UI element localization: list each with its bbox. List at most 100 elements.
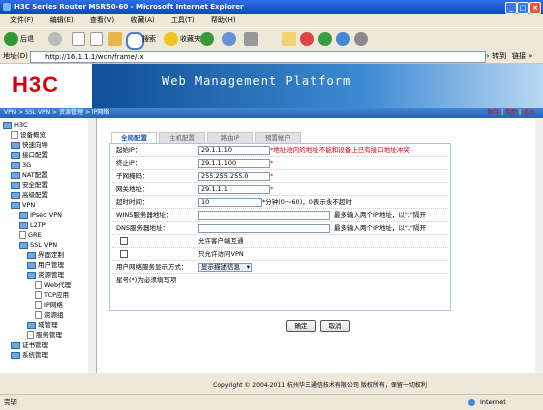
end-ip-row: 终止IP： 29.1.1.100 * (112, 157, 448, 170)
folder-icon (11, 351, 20, 359)
sidebar-item[interactable]: 证书管理 (11, 340, 48, 350)
menu-tools[interactable]: 工具(T) (171, 16, 195, 24)
go-button[interactable]: ➔ 转到 (484, 50, 506, 63)
dns-input[interactable] (198, 224, 330, 233)
back-label[interactable]: 后退 (20, 34, 34, 44)
close-icon[interactable]: × (529, 2, 541, 14)
sidebar-item[interactable]: 用户管理 (27, 260, 64, 270)
sidebar-item[interactable]: 快速向导 (11, 140, 48, 150)
sidebar-item[interactable]: 接口配置 (11, 150, 48, 160)
only-vpn-checkbox[interactable] (120, 250, 128, 258)
window-title-bar[interactable]: H3C Series Router MSR50-60 - Microsoft I… (0, 0, 543, 14)
main-panel: 全局配置 主机配置 路由IP 预置帐户 起始IP： 29.1.1.10 *地址池… (97, 118, 543, 389)
timeout-input[interactable]: 10 (198, 198, 262, 207)
forward-arrow-icon[interactable] (48, 32, 62, 46)
sidebar-item[interactable]: GRE (19, 230, 42, 240)
ok-button[interactable]: 确定 (286, 320, 316, 332)
menu-file[interactable]: 文件(F) (10, 16, 34, 24)
display-mode-select[interactable]: 显示描述信息 ▾ (198, 263, 252, 272)
stop-icon[interactable] (72, 32, 85, 46)
sidebar-item[interactable]: L2TP (19, 220, 46, 230)
address-url: http://16.1.1.1/wcn/frame/.x (45, 53, 144, 61)
sidebar-item[interactable]: 资源管理 (27, 270, 64, 280)
tool-icon-3[interactable] (336, 32, 350, 46)
gateway-input[interactable]: 29.1.1.1 (198, 185, 270, 194)
sidebar-item-label: 用户管理 (38, 261, 64, 269)
sidebar-item[interactable]: SSL VPN (19, 240, 57, 250)
sidebar-scrollbar[interactable] (88, 118, 96, 373)
start-ip-row: 起始IP： 29.1.1.10 *地址池内的地址不能和设备上已有接口地址冲突 (112, 144, 448, 157)
help-link[interactable]: 帮助 (505, 109, 517, 116)
sidebar-item-label: 域管理 (38, 321, 58, 329)
favorites-label[interactable]: 收藏夹 (180, 34, 201, 44)
end-ip-input[interactable]: 29.1.1.100 (198, 159, 270, 168)
sidebar-item[interactable]: Web代理 (35, 280, 71, 290)
media-icon[interactable] (200, 32, 214, 46)
links-label[interactable]: 链接 » (512, 50, 533, 63)
address-input[interactable]: http://16.1.1.1/wcn/frame/.x (30, 51, 486, 63)
folder-icon (11, 161, 20, 169)
tab-global-config[interactable]: 全局配置 (111, 132, 157, 143)
refresh-icon[interactable] (90, 32, 103, 46)
mail-icon[interactable] (222, 32, 236, 46)
start-ip-note: *地址池内的地址不能和设备上已有接口地址冲突 (270, 146, 410, 154)
save-link[interactable]: 保存 (487, 109, 499, 116)
gateway-label: 网关地址： (116, 185, 149, 193)
tab-preset-account[interactable]: 预置帐户 (255, 132, 301, 143)
wins-input[interactable] (198, 211, 330, 220)
tab-route-ip[interactable]: 路由IP (207, 132, 253, 143)
sidebar-item[interactable]: 3G (11, 160, 31, 170)
banner-title: Web Management Platform (162, 74, 352, 88)
sidebar-item[interactable]: 设备概览 (11, 130, 46, 140)
allow-client-checkbox[interactable] (120, 237, 128, 245)
tool-icon-1[interactable] (300, 32, 314, 46)
folder-icon (11, 201, 20, 209)
sidebar-item[interactable]: 界面定制 (27, 250, 64, 260)
sidebar-item[interactable]: 安全配置 (11, 180, 48, 190)
cancel-button[interactable]: 取消 (320, 320, 350, 332)
sidebar-item[interactable]: 高级配置 (11, 190, 48, 200)
sidebar-item[interactable]: 资源组 (35, 310, 64, 320)
timeout-label: 超时时间： (116, 198, 149, 206)
back-arrow-icon[interactable] (4, 32, 18, 46)
minimize-icon[interactable]: _ (505, 2, 517, 14)
gateway-row: 网关地址： 29.1.1.1 * (112, 183, 448, 196)
menu-edit[interactable]: 编辑(E) (50, 16, 74, 24)
folder-icon (11, 181, 20, 189)
mask-input[interactable]: 255.255.255.0 (198, 172, 270, 181)
mask-label: 子网掩码： (116, 172, 149, 180)
menu-help[interactable]: 帮助(H) (211, 16, 236, 24)
sidebar-item[interactable]: 域管理 (27, 320, 58, 330)
start-ip-input[interactable]: 29.1.1.10 (198, 146, 270, 155)
search-label[interactable]: 搜索 (142, 34, 156, 44)
sidebar-item[interactable]: IP网络 (35, 300, 63, 310)
maximize-icon[interactable]: □ (517, 2, 529, 14)
sidebar-item[interactable]: 服务管理 (27, 330, 62, 340)
chevron-down-icon: ▾ (246, 263, 250, 271)
banner: H3C Web Management Platform (0, 64, 543, 108)
sidebar-item[interactable]: TCP应用 (35, 290, 69, 300)
sidebar-item[interactable]: VPN (11, 200, 35, 210)
tool-icon-4[interactable] (354, 32, 368, 46)
tab-host-config[interactable]: 主机配置 (159, 132, 205, 143)
tool-icon-2[interactable] (318, 32, 332, 46)
print-icon[interactable] (244, 32, 258, 46)
copyright-footer: Copyright © 2004-2011 杭州华三通信技术有限公司 版权所有，… (213, 382, 427, 389)
main-scrollbar[interactable] (535, 118, 543, 373)
internet-globe-icon (468, 399, 475, 406)
favorites-star-icon[interactable] (164, 32, 178, 46)
sidebar-item[interactable]: IPsec VPN (19, 210, 62, 220)
menu-view[interactable]: 查看(V) (90, 16, 114, 24)
menu-favorites[interactable]: 收藏(A) (130, 16, 154, 24)
page-icon (35, 291, 42, 299)
sidebar-item-label: TCP应用 (44, 291, 70, 299)
gateway-required: * (270, 185, 274, 193)
home-icon[interactable] (108, 32, 122, 46)
status-bar: 完毕 Internet (0, 394, 543, 410)
sidebar-item[interactable]: 系统管理 (11, 350, 48, 360)
sidebar-item[interactable]: H3C (3, 120, 28, 130)
sidebar-item[interactable]: NAT配置 (11, 170, 48, 180)
folder-icon[interactable] (282, 32, 296, 46)
logout-link[interactable]: 退出 (523, 109, 535, 116)
ie-app-icon (3, 3, 11, 11)
